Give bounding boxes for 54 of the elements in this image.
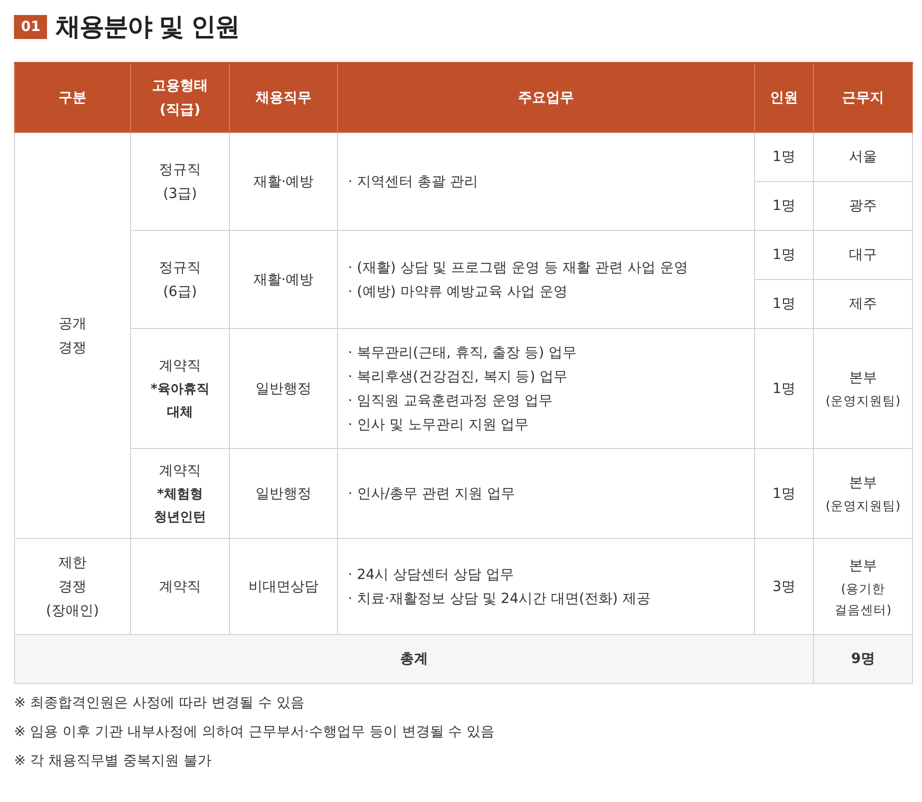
duty-item: · (재활) 상담 및 프로그램 운영 등 재활 관련 사업 운영	[348, 258, 689, 278]
headcount: 1명	[772, 296, 796, 312]
duty-item: · 인사/총무 관련 지원 업무	[348, 484, 516, 504]
column-header: 근무지	[842, 90, 884, 106]
job-title: 재활·예방	[253, 272, 314, 288]
job-title: 일반행정	[256, 486, 312, 502]
job-title: 일반행정	[256, 380, 312, 396]
employment-type: 계약직	[159, 578, 201, 594]
employment-type: 정규직 (3급)	[159, 162, 201, 202]
note-text: ※ 최종합격인원은 사정에 따라 변경될 수 있음	[14, 694, 306, 713]
work-location: 본부	[849, 475, 877, 491]
work-location: 본부	[849, 558, 877, 574]
duty-item: · 복무관리(근태, 휴직, 출장 등) 업무	[348, 344, 578, 362]
column-header: 고용형태 (직급)	[152, 78, 208, 118]
employment-type: 계약직	[159, 358, 201, 374]
duty-item: · 24시 상담센터 상담 업무	[348, 566, 516, 584]
duty-item: · 복리후생(건강검진, 복지 등) 업무	[348, 368, 569, 386]
column-header: 주요업무	[518, 90, 574, 106]
column-header: 구분	[58, 90, 86, 106]
headcount: 1명	[772, 198, 796, 214]
duty-item: · (예방) 마약류 예방교육 사업 운영	[348, 282, 569, 302]
work-location: 제주	[849, 296, 877, 312]
work-location: 본부	[849, 370, 877, 386]
type-note: *육아휴직 대체	[150, 380, 210, 422]
location-note: (용기한 걸음센터)	[834, 580, 892, 618]
type-note: *체험형 청년인턴	[153, 486, 207, 526]
job-title: 비대면상담	[248, 578, 318, 594]
section-title: 채용분야 및 인원	[55, 11, 239, 43]
work-location: 대구	[849, 247, 877, 263]
work-location: 서울	[849, 149, 877, 165]
employment-type: 정규직 (6급)	[159, 260, 201, 300]
duty-item: · 임직원 교육훈련과정 운영 업무	[348, 392, 554, 410]
note-text: ※ 임용 이후 기관 내부사정에 의하여 근무부서·수행업무 등이 변경될 수 있음	[14, 723, 496, 742]
duty-item: · 인사 및 노무관리 지원 업무	[348, 416, 530, 434]
section-number: 01	[14, 14, 48, 38]
location-note: (운영지원팀)	[824, 392, 902, 410]
employment-type: 계약직	[159, 462, 201, 478]
total-value: 9명	[851, 651, 875, 667]
column-header: 인원	[770, 90, 798, 106]
total-label: 총계	[400, 651, 428, 667]
headcount: 1명	[772, 247, 796, 263]
duty-item: · 지역센터 총괄 관리	[348, 172, 479, 192]
category-text: 공개 경쟁	[58, 316, 86, 356]
headcount: 3명	[772, 578, 796, 594]
work-location: 광주	[849, 198, 877, 214]
headcount: 1명	[772, 380, 796, 396]
column-header: 채용직무	[256, 90, 312, 106]
duty-item: · 치료·재활정보 상담 및 24시간 대면(전화) 제공	[348, 590, 652, 608]
note-text: ※ 각 채용직무별 중복지원 불가	[14, 752, 213, 771]
headcount: 1명	[772, 486, 796, 502]
headcount: 1명	[772, 149, 796, 165]
job-title: 재활·예방	[253, 174, 314, 190]
location-note: (운영지원팀)	[824, 497, 902, 515]
category-text: 제한 경쟁 (장애인)	[46, 554, 99, 618]
